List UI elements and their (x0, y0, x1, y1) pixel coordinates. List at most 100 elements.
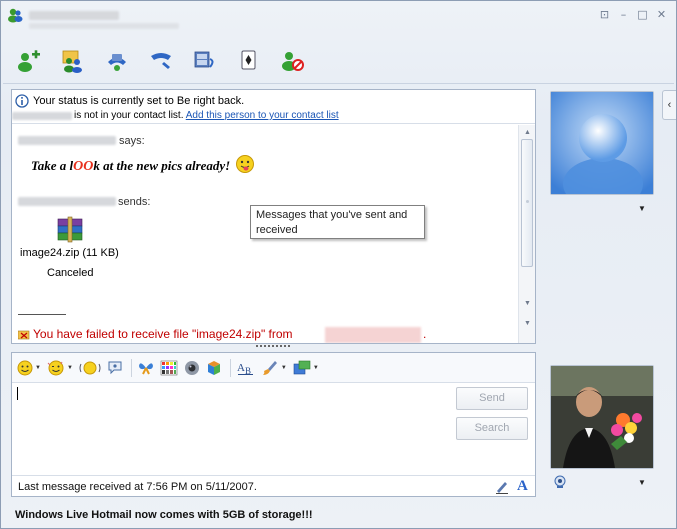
cube-icon (207, 360, 220, 375)
svg-text:A: A (237, 362, 245, 374)
video-phone-icon (108, 54, 126, 71)
redacted-subtitle (29, 23, 179, 29)
scrollbar-thumb[interactable] (521, 139, 533, 267)
says-label: says: (119, 135, 145, 147)
chevron-down-icon: ▼ (312, 364, 319, 371)
default-user-picture-icon (551, 92, 653, 210)
formatting-toolbar: ▼ ▼ A B ▼ ▼ (12, 353, 535, 383)
handwriting-pen-icon[interactable] (494, 479, 510, 495)
wink-icon (47, 360, 64, 375)
webcam-icon[interactable] (553, 475, 567, 489)
redacted-sender-name (18, 136, 116, 145)
color-palette-button[interactable] (160, 357, 178, 379)
history-scrollbar[interactable]: ▲ ▼ ▼ (518, 125, 535, 343)
toolbar-separator (229, 358, 231, 377)
redacted-contact-email (12, 112, 72, 120)
chat-message: Take a lOOk at the new pics already! (31, 154, 255, 175)
nudge-icon (79, 361, 101, 374)
close-button[interactable]: ✕ (655, 8, 668, 21)
pane-splitter[interactable] (256, 345, 290, 349)
action-toolbar (7, 45, 315, 79)
share-files-button[interactable] (51, 45, 95, 77)
compose-area: ▼ ▼ A B ▼ ▼ Send Search Last message rec… (11, 352, 536, 497)
contact-picture-menu-icon[interactable]: ▼ (638, 204, 646, 213)
zip-archive-icon (57, 216, 83, 243)
block-button[interactable] (271, 45, 315, 77)
speaker-icon (184, 360, 199, 375)
message-list: says: Take a lOOk at the new pics alread… (12, 125, 518, 343)
redacted-title (29, 11, 119, 20)
not-in-list-text: is not in your contact list. (74, 110, 184, 121)
minimize-button[interactable]: – (617, 8, 630, 21)
scroll-down-icon[interactable]: ▼ (523, 299, 532, 308)
search-button[interactable]: Search (456, 417, 528, 440)
contact-display-picture[interactable] (550, 91, 654, 210)
scroll-up-icon[interactable]: ▲ (523, 128, 532, 137)
chevron-down-icon: ▼ (280, 364, 287, 371)
text-mode-icon[interactable]: A (517, 478, 528, 495)
my-display-picture[interactable] (550, 365, 654, 469)
backgrounds-button[interactable] (138, 357, 154, 379)
games-cube-button[interactable] (206, 357, 222, 379)
butterfly-icon (138, 362, 153, 374)
status-strip: Last message received at 7:56 PM on 5/11… (12, 475, 535, 496)
add-person-icon (18, 50, 40, 72)
windows-layout-icon (293, 360, 311, 374)
info-bar: Your status is currently set to Be right… (12, 90, 535, 124)
smiley-icon (17, 360, 33, 375)
chevron-down-icon: ▼ (35, 364, 41, 371)
messenger-buddy-icon (8, 8, 23, 23)
redacted-sender-in-error (325, 327, 421, 343)
ink-button[interactable]: ▼ (261, 357, 287, 379)
tongue-out-emoticon-icon (236, 155, 255, 173)
film-icon (194, 51, 214, 68)
add-contact-link[interactable]: Add this person to your contact list (186, 110, 339, 121)
video-call-button[interactable] (95, 45, 139, 77)
advertisement-text[interactable]: Windows Live Hotmail now comes with 5GB … (15, 509, 313, 521)
activities-button[interactable] (183, 45, 227, 77)
call-button[interactable] (139, 45, 183, 77)
fail-period: . (423, 327, 427, 341)
message-part-1: Take a l (31, 158, 74, 173)
font-button[interactable]: A B (237, 357, 255, 379)
status-message: Your status is currently set to Be right… (33, 95, 245, 107)
file-transfer-failed-icon (18, 330, 30, 340)
chevron-down-icon: ▼ (66, 364, 73, 371)
voice-clip-button[interactable] (107, 357, 123, 379)
toolbar-separator (130, 358, 132, 377)
send-button[interactable]: Send (456, 387, 528, 410)
scroll-end-icon[interactable]: ▼ (523, 319, 532, 328)
file-transfer-state: Canceled (47, 267, 94, 279)
sends-label: sends: (118, 196, 151, 208)
window-controls: ⊡ – □ ✕ (598, 8, 668, 21)
emoticons-button[interactable]: ▼ (17, 357, 41, 379)
winks-button[interactable]: ▼ (47, 357, 73, 379)
conversation-window: ⊡ – □ ✕ Your status is currently set to … (0, 0, 677, 529)
games-button[interactable] (227, 45, 271, 77)
invite-contact-button[interactable] (7, 45, 51, 77)
maximize-button[interactable]: □ (636, 8, 649, 21)
message-input[interactable] (14, 384, 446, 472)
last-message-time: Last message received at 7:56 PM on 5/11… (18, 481, 257, 493)
display-picture-button[interactable]: ▼ (293, 357, 319, 379)
not-in-list-line: is not in your contact list. Add this pe… (74, 110, 339, 121)
file-name[interactable]: image24.zip (11 KB) (20, 247, 119, 259)
nudge-button[interactable] (79, 357, 101, 379)
conversation-history: Your status is currently set to Be right… (11, 89, 536, 344)
speech-bubble-icon (108, 361, 122, 374)
share-folder-icon (62, 50, 82, 73)
scrollbar-grip (526, 200, 529, 203)
my-picture-menu-icon[interactable]: ▼ (638, 478, 646, 487)
color-grid-icon (160, 360, 178, 375)
file-failed-message: You have failed to receive file "image24… (33, 327, 293, 341)
paintbrush-icon (262, 360, 277, 375)
sound-button[interactable] (184, 357, 200, 379)
info-icon (15, 94, 29, 108)
collapse-pane-tab[interactable]: ‹ (662, 90, 676, 120)
title-bar: ⊡ – □ ✕ (1, 1, 676, 31)
playing-card-icon (241, 50, 256, 70)
redacted-sender-name-2 (18, 197, 116, 206)
restore-icon[interactable]: ⊡ (598, 8, 611, 21)
toolbar-divider (3, 83, 674, 84)
message-part-2: OO (73, 159, 94, 174)
